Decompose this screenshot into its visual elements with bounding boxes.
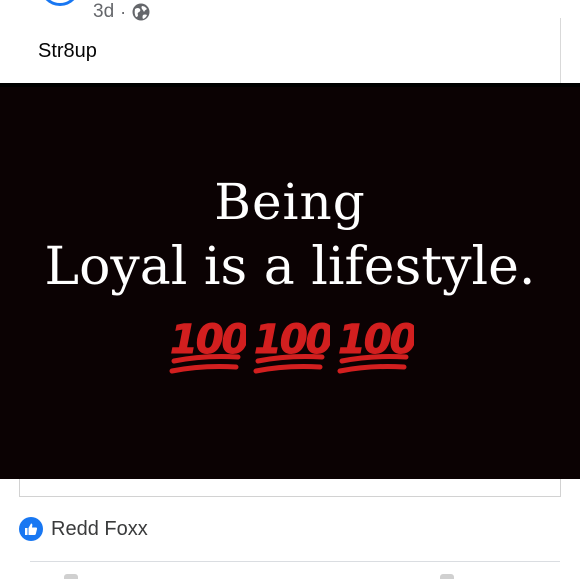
hundred-emoji-icon: 100: [169, 317, 246, 374]
post-text: Str8up: [38, 40, 97, 62]
hundred-emoji-row: 100 100 100: [168, 309, 414, 379]
reaction-summary[interactable]: Redd Foxx: [19, 517, 148, 541]
like-action-icon[interactable]: [64, 574, 78, 579]
card-border-right: [560, 18, 561, 83]
share-action-icon[interactable]: [440, 574, 454, 579]
post-meta: 3d ·: [93, 1, 150, 23]
reactor-names[interactable]: Redd Foxx: [51, 518, 148, 541]
meta-separator: ·: [120, 1, 127, 22]
thumbs-up-icon: [19, 517, 43, 541]
hundred-emoji-icon: 100: [253, 317, 330, 374]
post-image[interactable]: Being Loyal is a lifestyle. 100 100 100: [0, 83, 580, 479]
post-age[interactable]: 3d: [93, 1, 114, 23]
quote-line-2: Loyal is a lifestyle.: [44, 237, 536, 297]
quote-line-1: Being: [214, 173, 366, 231]
globe-icon[interactable]: [132, 3, 150, 21]
image-card-frame: [19, 479, 561, 497]
author-avatar[interactable]: [40, 0, 80, 6]
action-divider: [30, 561, 560, 562]
hundred-emoji-icon: 100: [337, 317, 414, 374]
